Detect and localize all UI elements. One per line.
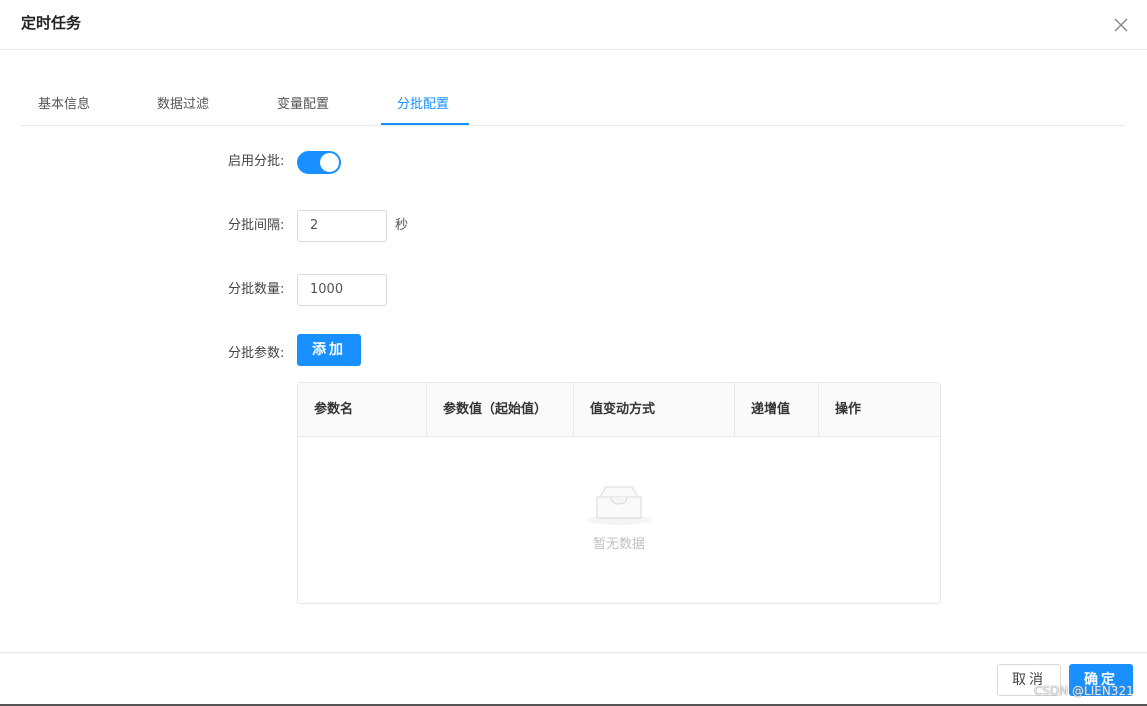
enable-batch-label: 启用分批: [228,154,285,169]
empty-text: 暂无数据 [592,537,645,552]
watermark: CSDN @LIEN321 [1034,684,1134,698]
tab-data-filter[interactable]: 数据过滤 [157,84,209,126]
batch-interval-label: 分批间隔: [228,218,285,233]
scheduled-task-dialog: 定时任务 基本信息 数据过滤 变量配置 分批配置 启用分批: 分批间隔: 2 秒… [0,0,1147,706]
add-param-button[interactable]: 添加 [297,334,361,366]
empty-inbox-icon [587,486,651,525]
tab-batch-config[interactable]: 分批配置 [397,84,449,126]
batch-interval-input[interactable]: 2 [297,210,387,242]
column-header-change-mode: 值变动方式 [574,383,735,437]
table-header: 参数名 参数值（起始值） 值变动方式 递增值 操作 [298,383,940,437]
column-header-increment: 递增值 [735,383,819,437]
interval-unit: 秒 [395,218,409,233]
close-icon [1114,18,1128,32]
tab-bar: 基本信息 数据过滤 变量配置 分批配置 [21,84,1125,126]
tab-basic-info[interactable]: 基本信息 [38,84,90,126]
column-header-param-value: 参数值（起始值） [427,383,574,437]
params-table: 参数名 参数值（起始值） 值变动方式 递增值 操作 暂无数据 [297,382,941,604]
column-header-actions: 操作 [835,402,862,417]
dialog-footer: 取消 确定 [0,652,1147,706]
column-header-param-name: 参数名 [298,383,427,437]
active-tab-indicator [381,123,469,125]
dialog-title: 定时任务 [21,14,82,32]
batch-count-label: 分批数量: [228,282,285,297]
close-button[interactable] [1108,12,1134,38]
switch-knob [320,153,339,172]
enable-batch-switch[interactable] [297,151,341,174]
batch-count-input[interactable]: 1000 [297,274,387,306]
dialog-header: 定时任务 [0,0,1147,50]
batch-params-label: 分批参数: [228,346,285,361]
tab-variable-config[interactable]: 变量配置 [277,84,329,126]
